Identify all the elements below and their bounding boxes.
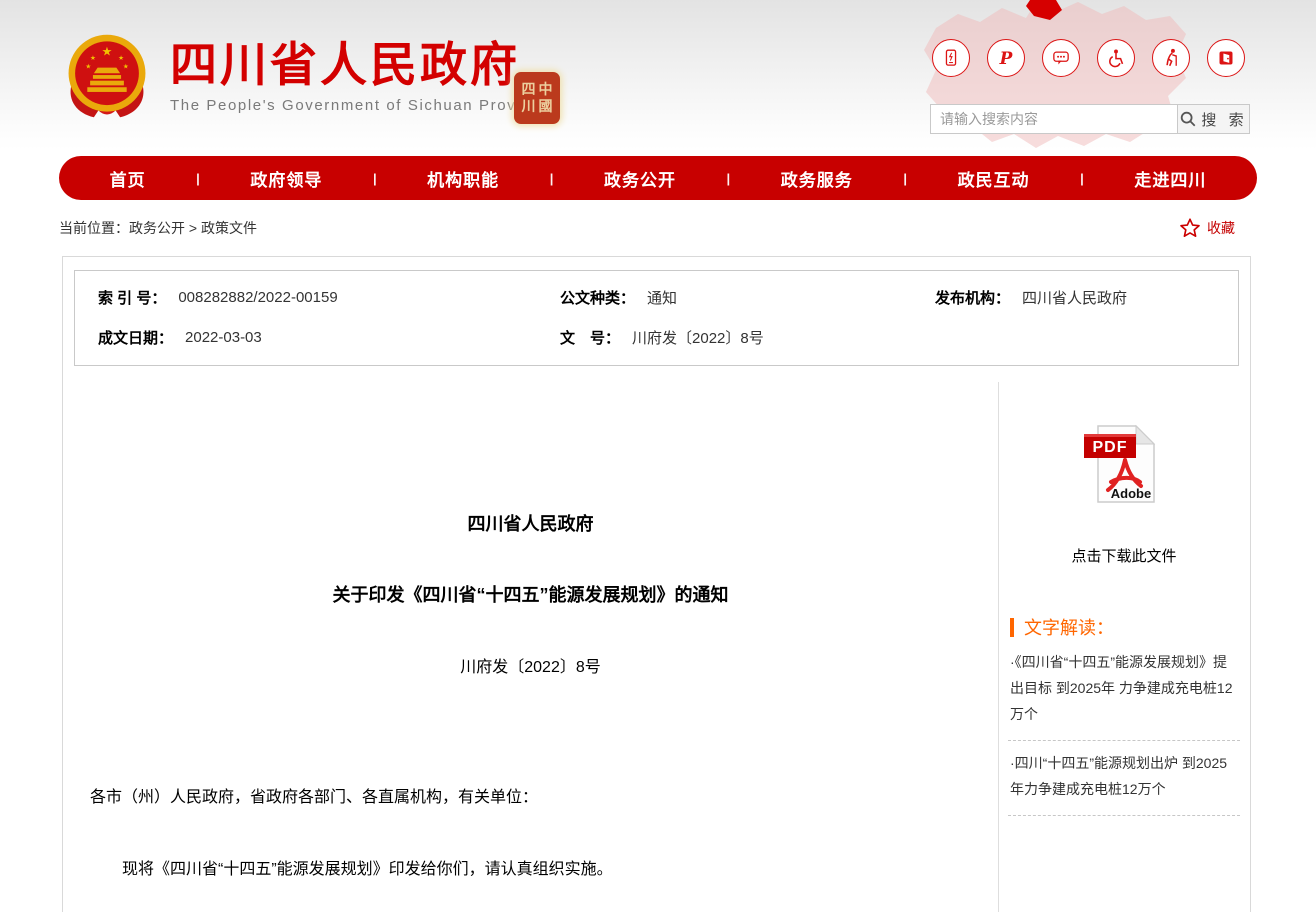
main-nav: 首页 | 政府领导 | 机构职能 | 政务公开 | 政务服务 | 政民互动 | … — [59, 156, 1257, 200]
svg-text:★: ★ — [118, 55, 124, 62]
document-sidebar: PDF Adobe 点击下载此文件 文字解读： ·《四川省“十四五”能源发展规划… — [998, 382, 1250, 912]
site-search: 搜 索 — [930, 104, 1250, 134]
site-subtitle: The People's Government of Sichuan Provi… — [170, 97, 550, 114]
meta-issuing-agency: 发布机构： 四川省人民政府 — [912, 277, 1238, 317]
document-number: 川府发〔2022〕8号 — [63, 653, 998, 677]
search-icon — [1179, 110, 1197, 128]
interpretation-title: 文字解读： — [1024, 614, 1114, 640]
search-button[interactable]: 搜 索 — [1178, 104, 1250, 134]
nav-item-interaction[interactable]: 政民互动 — [958, 166, 1030, 191]
nav-separator: | — [727, 171, 731, 186]
star-icon — [1179, 217, 1201, 239]
document-paragraph: 现将《四川省“十四五”能源发展规划》印发给你们，请认真组织实施。 — [90, 857, 968, 883]
nav-item-gov-info[interactable]: 政务公开 — [604, 166, 676, 191]
quick-access-icons: P — [932, 39, 1245, 77]
download-link[interactable]: 点击下载此文件 — [1008, 545, 1240, 566]
document-paragraph: 各市（州）人民政府，省政府各部门、各直属机构，有关单位： — [90, 785, 968, 811]
nav-item-home[interactable]: 首页 — [110, 166, 146, 191]
national-emblem-icon: ★ ★ ★ ★ ★ — [62, 30, 152, 122]
svg-text:Adobe: Adobe — [1111, 486, 1151, 501]
interpretation-article-link[interactable]: ·四川“十四五”能源规划出炉 到2025年力争建成充电桩12万个 — [1008, 741, 1240, 816]
mobile-icon[interactable] — [932, 39, 970, 77]
svg-text:★: ★ — [90, 55, 96, 62]
svg-text:★: ★ — [102, 44, 113, 58]
meta-doc-number: 文 号： 川府发〔2022〕8号 — [537, 317, 912, 357]
favorite-label: 收藏 — [1207, 218, 1235, 238]
seal-left-column: 四川 — [521, 81, 536, 116]
site-title: 四川省人民政府 — [170, 40, 550, 89]
china-sichuan-seal-icon: 四川 中國 — [514, 72, 560, 124]
nav-separator: | — [1080, 171, 1084, 186]
meta-issue-date: 成文日期： 2022-03-03 — [75, 317, 537, 357]
content-panel: 索 引 号： 008282882/2022-00159 公文种类： 通知 发布机… — [62, 256, 1251, 912]
favorite-button[interactable]: 收藏 — [1179, 217, 1235, 239]
interpretation-article-link[interactable]: ·《四川省“十四五”能源发展规划》提出目标 到2025年 力争建成充电桩12万个 — [1008, 640, 1240, 741]
nav-separator: | — [196, 171, 200, 186]
breadcrumb: 当前位置：政务公开 > 政策文件 — [59, 218, 257, 238]
wheelchair-icon[interactable] — [1097, 39, 1135, 77]
nav-separator: | — [903, 171, 907, 186]
section-accent-bar — [1010, 618, 1014, 637]
pdf-download-icon[interactable]: PDF Adobe — [1078, 422, 1170, 511]
svg-text:PDF: PDF — [1093, 439, 1128, 456]
breadcrumb-section-link[interactable]: 政务公开 — [129, 220, 185, 236]
meta-doc-type: 公文种类： 通知 — [537, 277, 912, 317]
document-content: 四川省人民政府 关于印发《四川省“十四五”能源发展规划》的通知 川府发〔2022… — [63, 382, 998, 912]
site-logo-link[interactable]: ★ ★ ★ ★ ★ 四川省人民政府 The People's Governmen… — [62, 30, 550, 122]
breadcrumb-separator: > — [189, 220, 197, 236]
interpretation-section-header: 文字解读： — [1010, 614, 1240, 640]
p-badge-icon[interactable]: P — [987, 39, 1025, 77]
elderly-icon[interactable] — [1152, 39, 1190, 77]
document-title: 关于印发《四川省“十四五”能源发展规划》的通知 — [63, 581, 998, 607]
seal-right-column: 中國 — [538, 81, 553, 116]
svg-text:★: ★ — [123, 64, 129, 71]
search-button-label: 搜 索 — [1201, 109, 1247, 130]
nav-separator: | — [550, 171, 554, 186]
nav-separator: | — [373, 171, 377, 186]
nav-item-services[interactable]: 政务服务 — [781, 166, 853, 191]
nav-item-leaders[interactable]: 政府领导 — [250, 166, 322, 191]
meta-empty-cell — [912, 317, 1238, 357]
site-header: ★ ★ ★ ★ ★ 四川省人民政府 The People's Governmen… — [0, 0, 1316, 150]
message-icon[interactable] — [1042, 39, 1080, 77]
search-input[interactable] — [930, 104, 1178, 134]
breadcrumb-page-link[interactable]: 政策文件 — [201, 220, 257, 236]
meta-index-number: 索 引 号： 008282882/2022-00159 — [75, 277, 537, 317]
breadcrumb-row: 当前位置：政务公开 > 政策文件 收藏 — [59, 200, 1257, 256]
document-org-title: 四川省人民政府 — [63, 510, 998, 536]
nav-item-functions[interactable]: 机构职能 — [427, 166, 499, 191]
nav-item-about-sichuan[interactable]: 走进四川 — [1134, 166, 1206, 191]
svg-text:P: P — [999, 48, 1014, 68]
door-icon[interactable] — [1207, 39, 1245, 77]
svg-text:★: ★ — [85, 64, 91, 71]
document-metadata: 索 引 号： 008282882/2022-00159 公文种类： 通知 发布机… — [74, 270, 1239, 366]
breadcrumb-prefix: 当前位置： — [59, 220, 129, 236]
